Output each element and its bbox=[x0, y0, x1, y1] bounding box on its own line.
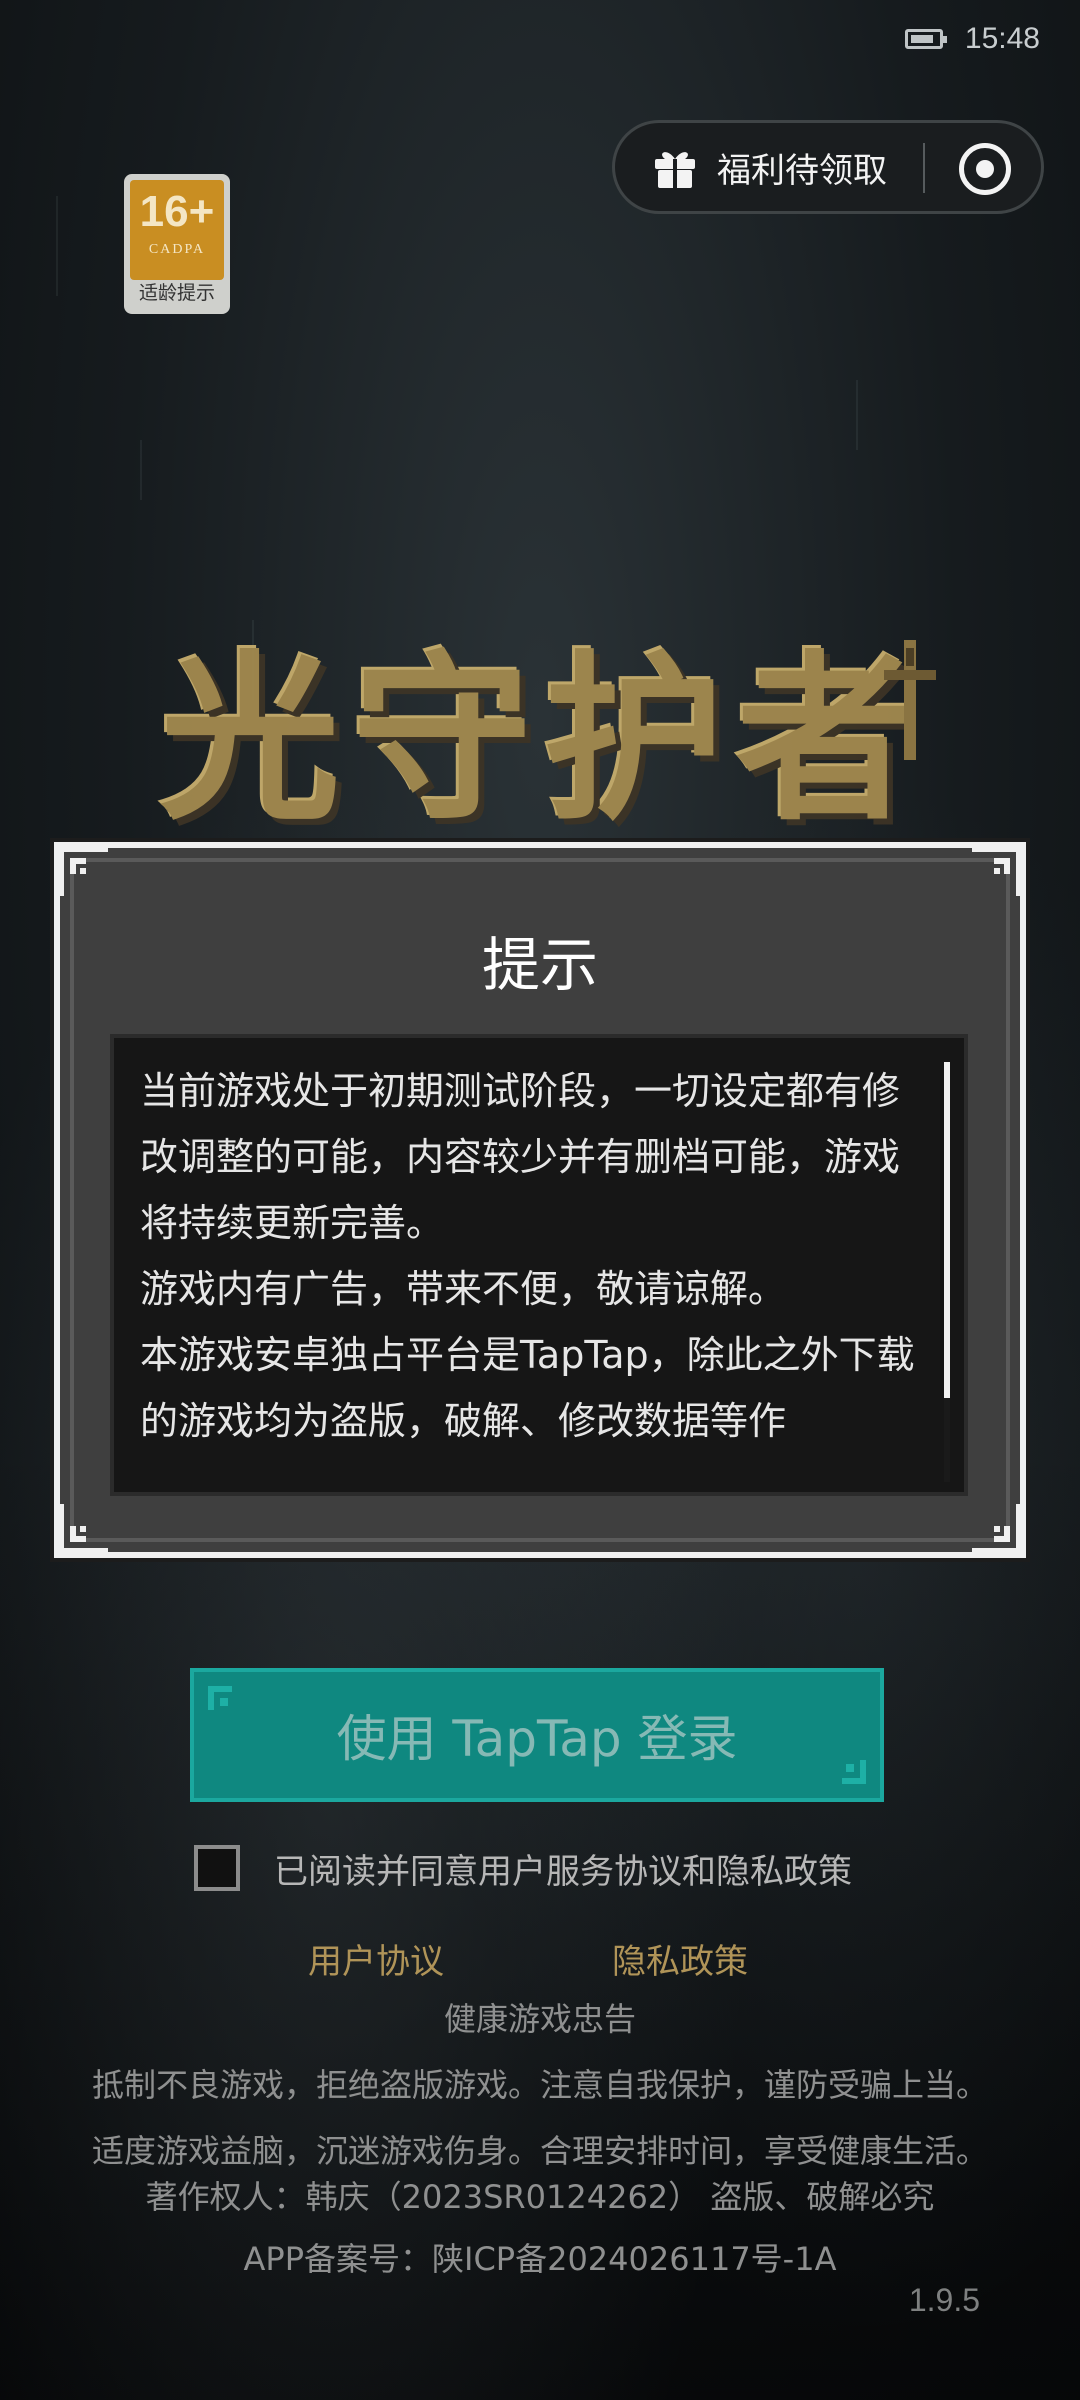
capsule-divider bbox=[923, 143, 925, 193]
status-time: 15:48 bbox=[964, 22, 1040, 55]
dialog-title: 提示 bbox=[481, 931, 598, 999]
rain-streak bbox=[856, 380, 858, 450]
welfare-capsule[interactable]: 福利待领取 bbox=[612, 120, 1044, 214]
notice-dialog: 提示 当前游戏处于初期测试阶段，一切设定都有修改调整的可能，内容较少并有删档可能… bbox=[50, 838, 1030, 1562]
age-rating-caption: 适龄提示 bbox=[138, 282, 215, 304]
corner-ornament-icon bbox=[972, 844, 1024, 896]
age-rating: 16+ bbox=[139, 187, 215, 236]
corner-ornament-icon bbox=[842, 1760, 866, 1784]
icp-record-text: APP备案号：陕ICP备2024026117号-1A bbox=[243, 2240, 837, 2278]
corner-ornament-icon bbox=[56, 1504, 108, 1556]
rain-streak bbox=[140, 440, 142, 500]
version-label: 1.9.5 bbox=[908, 2282, 980, 2318]
login-button-label: 使用 TapTap 登录 bbox=[336, 1710, 738, 1768]
battery-icon bbox=[904, 29, 947, 49]
dialog-scroll-area[interactable]: 当前游戏处于初期测试阶段，一切设定都有修改调整的可能，内容较少并有删档可能，游戏… bbox=[110, 1034, 968, 1496]
health-advice-title: 健康游戏忠告 bbox=[443, 2000, 636, 2038]
sword-icon bbox=[884, 640, 936, 760]
corner-ornament-icon bbox=[208, 1686, 232, 1710]
agreement-checkbox[interactable] bbox=[194, 1845, 240, 1891]
taptap-login-button[interactable]: 使用 TapTap 登录 bbox=[190, 1668, 884, 1802]
corner-ornament-icon bbox=[56, 844, 108, 896]
status-bar: 15:48 bbox=[904, 14, 1040, 64]
privacy-policy-link[interactable]: 隐私政策 bbox=[612, 1934, 748, 1983]
welfare-label: 福利待领取 bbox=[717, 150, 887, 191]
health-advice-line-2: 适度游戏益脑，沉迷游戏伤身。合理安排时间，享受健康生活。 bbox=[91, 2132, 988, 2170]
agreement-row: 已阅读并同意用户服务协议和隐私政策 bbox=[194, 1842, 852, 1894]
health-advice-line-1: 抵制不良游戏，拒绝盗版游戏。注意自我保护，谨防受骗上当。 bbox=[91, 2066, 988, 2104]
copyright-text: 著作权人：韩庆（2023SR0124262） 盗版、破解必究 bbox=[145, 2178, 935, 2216]
target-icon[interactable] bbox=[959, 143, 1011, 195]
user-agreement-link[interactable]: 用户协议 bbox=[308, 1934, 444, 1983]
game-logo: 光守护者 bbox=[159, 634, 928, 845]
gift-icon bbox=[655, 152, 695, 188]
dialog-body-text: 当前游戏处于初期测试阶段，一切设定都有修改调整的可能，内容较少并有删档可能，游戏… bbox=[140, 1069, 915, 1443]
corner-ornament-icon bbox=[972, 1504, 1024, 1556]
policy-links: 用户协议 隐私政策 bbox=[0, 1934, 1080, 1986]
agreement-text: 已阅读并同意用户服务协议和隐私政策 bbox=[274, 1851, 852, 1892]
age-rating-org: CADPA bbox=[148, 242, 206, 257]
age-rating-badge: 16+ CADPA 适龄提示 bbox=[124, 174, 230, 314]
scrollbar-thumb[interactable] bbox=[944, 1062, 950, 1398]
rain-streak bbox=[56, 196, 58, 296]
